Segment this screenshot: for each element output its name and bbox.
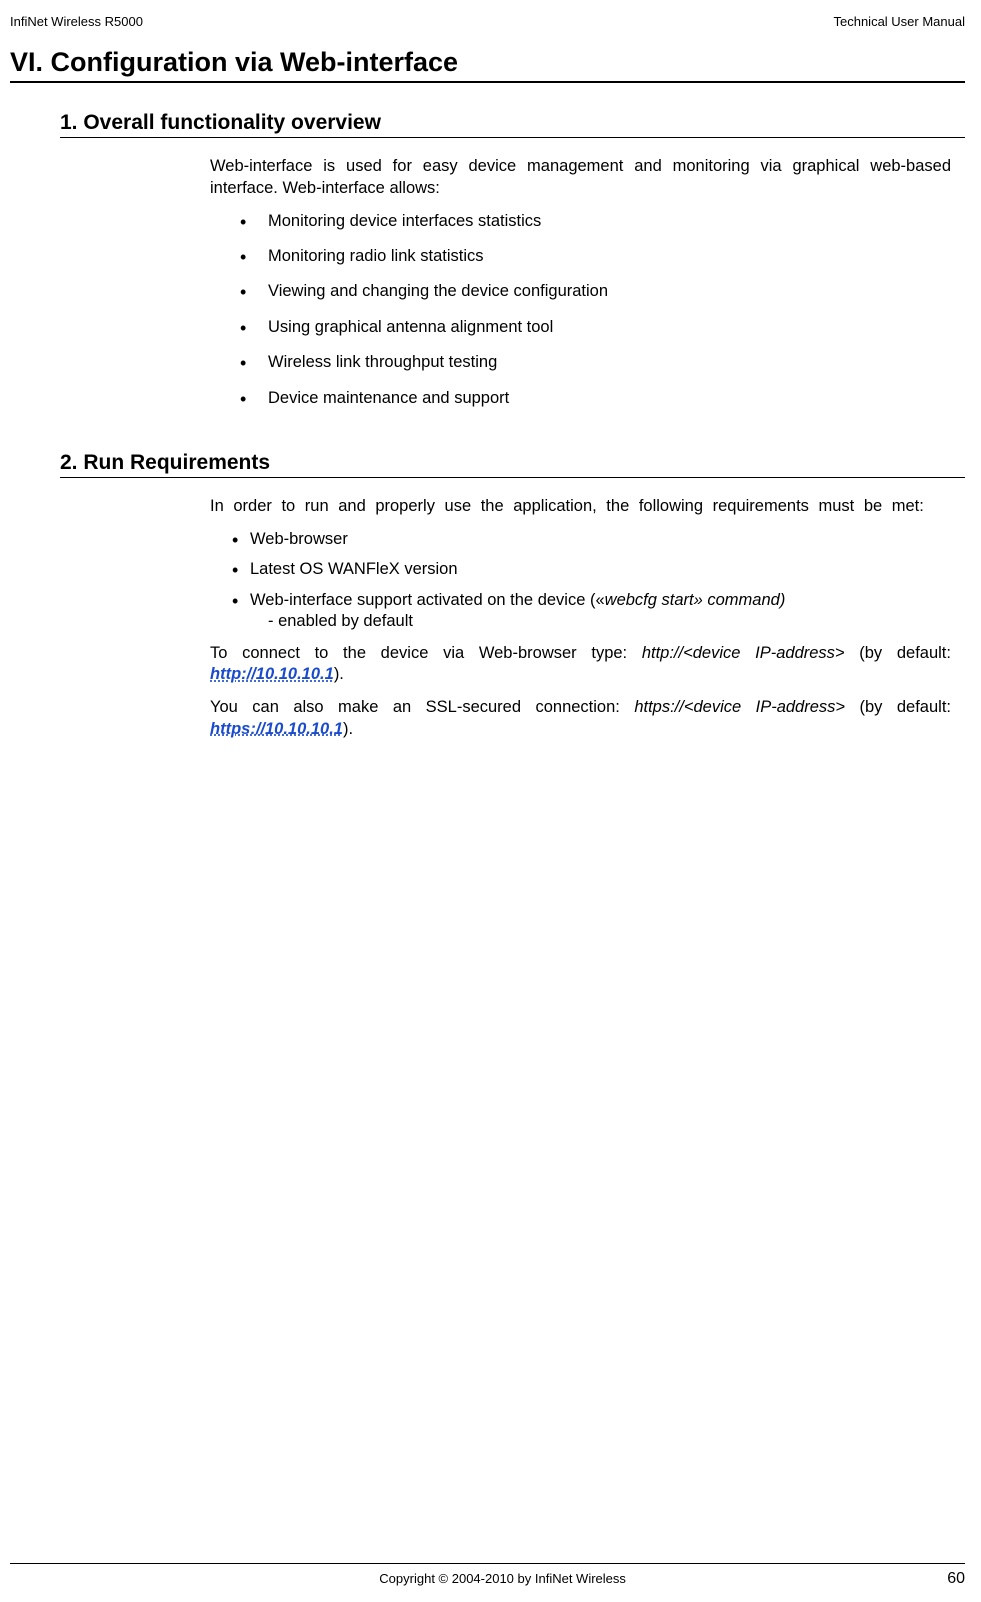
- text: (by default:: [845, 644, 951, 662]
- page-header: InfiNet Wireless R5000 Technical User Ma…: [10, 14, 965, 29]
- list-item-subline: - enabled by default: [250, 611, 951, 632]
- list-item: Monitoring radio link statistics: [210, 246, 951, 267]
- section-title-2: 2. Run Requirements: [60, 451, 965, 478]
- copyright-text: Copyright © 2004-2010 by InfiNet Wireles…: [70, 1571, 935, 1586]
- section-title-1: 1. Overall functionality overview: [60, 111, 965, 138]
- section-1-body: Web-interface is used for easy device ma…: [210, 156, 951, 409]
- connect-http-para: To connect to the device via Web-browser…: [210, 643, 951, 687]
- text: (by default:: [845, 698, 951, 716]
- text: To connect to the device via Web-browser…: [210, 644, 642, 662]
- http-link[interactable]: http://10.10.10.1: [210, 665, 334, 683]
- list-item: Web-interface support activated on the d…: [210, 590, 951, 633]
- text: You can also make an SSL-secured connect…: [210, 698, 634, 716]
- page-footer: Copyright © 2004-2010 by InfiNet Wireles…: [10, 1563, 965, 1588]
- header-left: InfiNet Wireless R5000: [10, 14, 143, 29]
- chapter-title: VI. Configuration via Web-interface: [10, 47, 965, 83]
- section-2-list: Web-browser Latest OS WANFleX version We…: [210, 529, 951, 633]
- list-item: Device maintenance and support: [210, 388, 951, 409]
- section-2-intro: In order to run and properly use the app…: [210, 496, 951, 518]
- https-link[interactable]: https://10.10.10.1: [210, 720, 343, 738]
- list-item: Wireless link throughput testing: [210, 352, 951, 373]
- section-overall-functionality: 1. Overall functionality overview Web-in…: [60, 111, 965, 409]
- url-example: https://<device IP-address>: [634, 698, 845, 716]
- section-2-body: In order to run and properly use the app…: [210, 496, 951, 741]
- header-right: Technical User Manual: [833, 14, 965, 29]
- list-item: Viewing and changing the device configur…: [210, 281, 951, 302]
- list-item: Web-browser: [210, 529, 951, 550]
- section-1-intro: Web-interface is used for easy device ma…: [210, 156, 951, 200]
- list-item: Using graphical antenna alignment tool: [210, 317, 951, 338]
- text: ).: [343, 720, 353, 738]
- list-item-italic: webcfg start» command): [605, 591, 786, 609]
- page-number: 60: [947, 1570, 965, 1588]
- section-run-requirements: 2. Run Requirements In order to run and …: [60, 451, 965, 741]
- url-example: http://<device IP-address>: [642, 644, 845, 662]
- list-item: Latest OS WANFleX version: [210, 559, 951, 580]
- section-1-list: Monitoring device interfaces statistics …: [210, 211, 951, 410]
- list-item-text: Web-interface support activated on the d…: [250, 591, 605, 609]
- connect-https-para: You can also make an SSL-secured connect…: [210, 697, 951, 741]
- list-item: Monitoring device interfaces statistics: [210, 211, 951, 232]
- text: ).: [334, 665, 344, 683]
